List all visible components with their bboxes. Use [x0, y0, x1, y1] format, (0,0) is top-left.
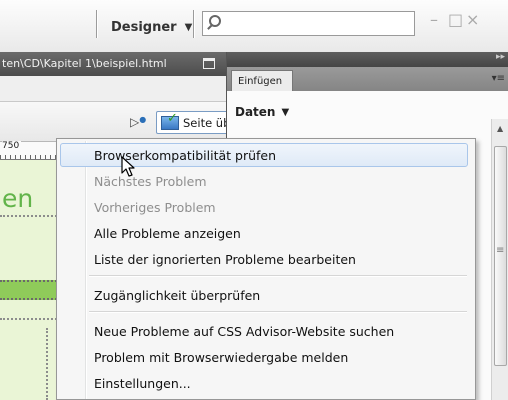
category-label: Daten — [235, 105, 276, 119]
horizontal-ruler: 750 — [0, 141, 60, 160]
menu-item-search-css-advisor[interactable]: Neue Probleme auf CSS Advisor-Website su… — [60, 319, 468, 343]
expand-panels-icon[interactable]: ▸▸ — [496, 52, 505, 62]
panel-scrollbar[interactable]: ▲ — [491, 119, 508, 400]
check-page-menu: Browserkompatibilität prüfen Nächstes Pr… — [56, 138, 476, 400]
document-path: ten\CD\Kapitel 1\beispiel.html — [2, 57, 167, 70]
preview-in-browser-icon[interactable]: ▷● — [130, 115, 152, 131]
document-tab-bar: ten\CD\Kapitel 1\beispiel.html — [0, 52, 226, 76]
minimize-icon[interactable]: – — [430, 12, 438, 28]
menu-item-check-accessibility[interactable]: Zugänglichkeit überprüfen — [60, 283, 468, 307]
menu-item-label: Neue Probleme auf CSS Advisor-Website su… — [94, 324, 395, 339]
workspace-label: Designer — [111, 19, 177, 35]
tab-label: Einfügen — [238, 76, 283, 87]
canvas-divider — [0, 318, 60, 320]
toolbar-separator — [96, 10, 97, 38]
scroll-up-icon[interactable]: ▲ — [497, 124, 503, 133]
scrollbar-thumb[interactable] — [494, 146, 507, 366]
menu-item-label: Problem mit Browserwiedergabe melden — [94, 350, 349, 365]
menu-item-label: Einstellungen... — [94, 376, 191, 391]
menu-separator — [89, 275, 467, 276]
panel-tab-row: Einfügen ▾≡ — [227, 67, 508, 91]
menu-item-show-all-issues[interactable]: Alle Probleme anzeigen — [60, 221, 468, 245]
search-icon — [209, 15, 221, 27]
mouse-cursor-icon — [121, 156, 135, 177]
restore-window-icon[interactable] — [203, 58, 215, 69]
help-search-box[interactable] — [202, 11, 415, 36]
category-dropdown[interactable]: Daten ▼ — [235, 105, 289, 119]
ruler-mark: 750 — [2, 141, 22, 151]
menu-item-label: Zugänglichkeit überprüfen — [94, 288, 261, 303]
design-canvas[interactable]: en — [0, 160, 60, 400]
chevron-down-icon: ▼ — [184, 21, 193, 33]
canvas-column-guide — [46, 328, 48, 400]
menu-item-label: Liste der ignorierten Probleme bearbeite… — [94, 252, 356, 267]
menu-item-label: Alle Probleme anzeigen — [94, 226, 241, 241]
search-input[interactable] — [225, 14, 410, 33]
menu-item-previous-issue[interactable]: Vorheriges Problem — [60, 195, 468, 219]
menu-item-settings[interactable]: Einstellungen... — [60, 371, 468, 395]
document-toolbar-secondary: ▷● Seite überprüfen — [0, 102, 294, 142]
menu-item-label: Nächstes Problem — [94, 174, 207, 189]
menu-item-edit-ignored-issues[interactable]: Liste der ignorierten Probleme bearbeite… — [60, 247, 468, 271]
application-bar: Designer ▼ – □ × — [0, 0, 508, 52]
canvas-band — [0, 280, 60, 300]
menu-item-report-rendering-problem[interactable]: Problem mit Browserwiedergabe melden — [60, 345, 468, 369]
toolbar-separator — [193, 10, 194, 38]
workspace-switcher-button[interactable]: Designer ▼ — [111, 15, 192, 39]
close-icon[interactable]: × — [466, 12, 496, 28]
menu-separator — [89, 311, 467, 312]
browser-icon-glyph: ▷ — [130, 115, 140, 129]
document-toolbar — [0, 76, 226, 102]
panel-options-icon[interactable]: ▾≡ — [492, 73, 505, 84]
maximize-icon[interactable]: □ — [448, 12, 463, 28]
chevron-down-icon: ▼ — [281, 106, 290, 118]
tab-einfuegen[interactable]: Einfügen — [231, 70, 293, 91]
globe-icon: ● — [139, 115, 147, 124]
canvas-divider — [0, 215, 60, 217]
check-page-icon — [161, 111, 179, 130]
menu-item-label: Vorheriges Problem — [94, 200, 216, 215]
panel-header-strip: ▸▸ — [227, 52, 508, 67]
canvas-heading-fragment: en — [2, 184, 34, 213]
